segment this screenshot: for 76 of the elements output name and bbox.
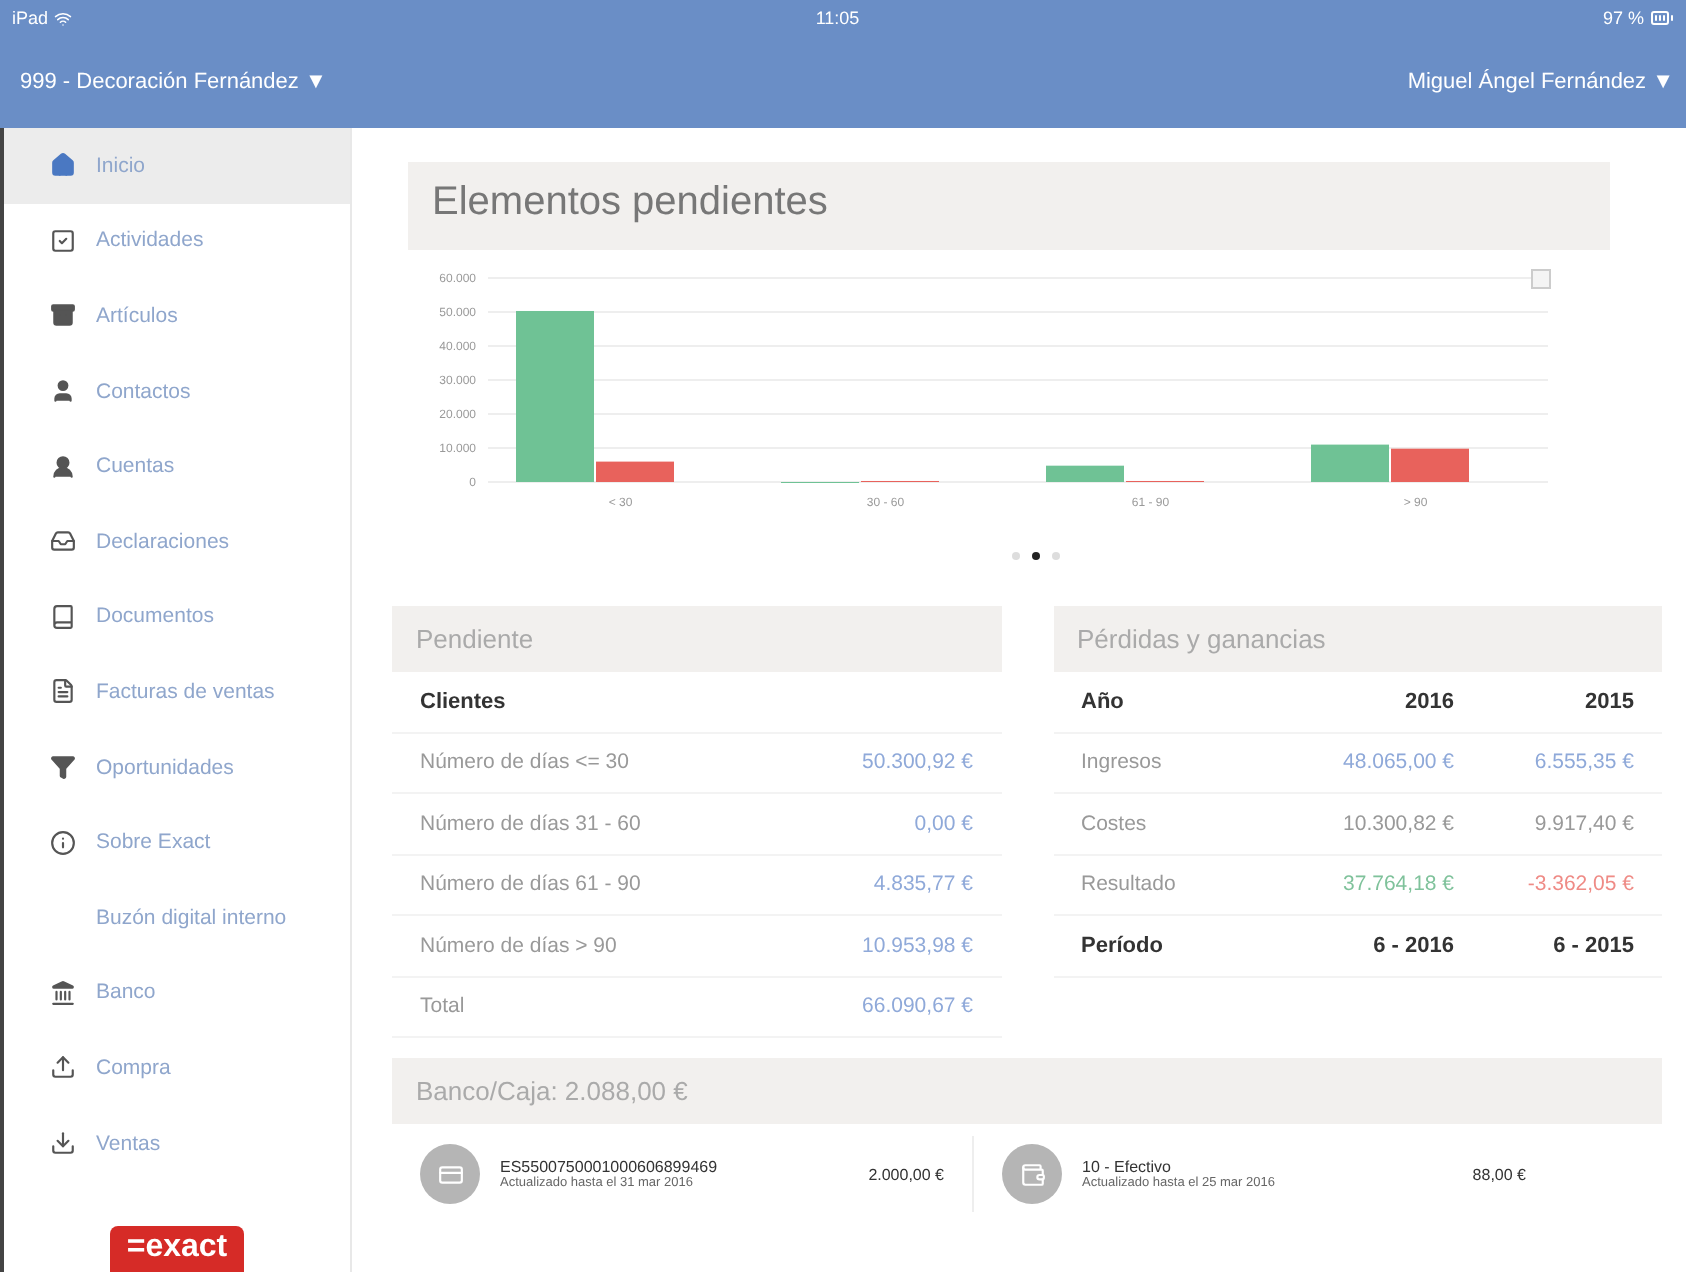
- menu-icon: [49, 152, 75, 179]
- sidebar-item[interactable]: Facturas de ventas: [4, 654, 350, 730]
- device-name: iPad: [12, 8, 49, 28]
- row-label: Resultado: [1081, 872, 1178, 897]
- panel-title: Pérdidas y ganancias: [1053, 606, 1662, 672]
- company-selector[interactable]: 999 - Decoración Fernández ▼: [20, 70, 327, 94]
- row-label: Total: [420, 994, 467, 1019]
- row-label: Costes: [1081, 811, 1149, 836]
- menu-icon: [49, 678, 75, 705]
- sidebar-item[interactable]: Declaraciones: [4, 503, 350, 580]
- page-dot[interactable]: [1011, 552, 1019, 560]
- amount-link[interactable]: 0,00 €: [914, 811, 973, 836]
- row-label: Número de días <= 30: [420, 750, 631, 775]
- sidebar-item[interactable]: Sobre Exact: [4, 804, 350, 880]
- sidebar-item[interactable]: Cuentas: [4, 428, 350, 504]
- menu-icon: [49, 603, 75, 630]
- account-name: 10 - Efectivo: [1082, 1158, 1173, 1176]
- amount-link[interactable]: 4.835,77 €: [873, 872, 973, 897]
- account-balance: 88,00 €: [1472, 1165, 1526, 1183]
- column-header: 6 - 2015: [1551, 933, 1634, 958]
- bar: [1311, 444, 1389, 482]
- panel-title: Banco/Caja: 2.088,00 €: [392, 1058, 1662, 1124]
- wifi-icon: [54, 9, 73, 27]
- card-title: Elementos pendientes: [408, 162, 1610, 250]
- amount-link[interactable]: 6.555,35 €: [1454, 750, 1634, 775]
- sidebar-item[interactable]: Inicio: [4, 128, 350, 204]
- row-label: Número de días 61 - 90: [420, 872, 643, 897]
- wallet-icon: [1002, 1144, 1062, 1204]
- bar: [1391, 448, 1469, 482]
- sidebar-item[interactable]: Banco: [4, 955, 350, 1031]
- menu-icon: [49, 829, 75, 856]
- clock-time: 11:05: [815, 8, 860, 28]
- sidebar-item[interactable]: Oportunidades: [4, 729, 350, 805]
- menu-icon: [49, 302, 75, 329]
- column-header: 6 - 2016: [1371, 933, 1454, 958]
- sidebar-item[interactable]: Actividades: [4, 203, 350, 279]
- sidebar-item[interactable]: Contactos: [4, 353, 350, 429]
- sidebar-item[interactable]: Compra: [4, 1030, 350, 1106]
- amount-cell-text: 10.300,82 €: [1341, 811, 1454, 836]
- amount-cell-text: -3.362,05 €: [1525, 872, 1634, 897]
- amount-link[interactable]: 66.090,67 €: [862, 994, 973, 1019]
- row-label: Número de días 31 - 60: [420, 811, 643, 836]
- amount-link[interactable]: 50.300,92 €: [862, 750, 973, 775]
- row-label: Número de días > 90: [420, 933, 619, 958]
- amount-cell-text: 37.764,18 €: [1341, 872, 1454, 897]
- account-name: ES5500750001000606899469: [500, 1158, 718, 1176]
- logo: =exact: [110, 1226, 244, 1272]
- card-icon: [420, 1144, 480, 1204]
- menu-icon: [49, 754, 75, 781]
- column-header: 2015: [1583, 689, 1634, 714]
- menu-icon: [49, 227, 75, 254]
- sidebar-item[interactable]: Documentos: [4, 579, 350, 655]
- page-dot[interactable]: [1051, 552, 1059, 560]
- battery-level: 97 %: [1602, 8, 1644, 28]
- amount-cell-text: 9.917,40 €: [1532, 811, 1634, 836]
- user-menu[interactable]: Miguel Ángel Fernández ▼: [1407, 70, 1674, 94]
- menu-icon: [49, 1054, 75, 1081]
- account-balance: 2.000,00 €: [868, 1165, 944, 1183]
- section-heading: Clientes: [420, 689, 508, 714]
- column-header: 2016: [1403, 689, 1454, 714]
- menu-icon: [49, 979, 75, 1006]
- column-header: Período: [1081, 933, 1165, 958]
- battery-icon: [1649, 6, 1674, 30]
- row-label: Ingresos: [1081, 750, 1164, 775]
- amount-link[interactable]: 10.953,98 €: [862, 933, 973, 958]
- sidebar-item[interactable]: Ventas: [4, 1105, 350, 1181]
- menu-icon: [49, 1130, 75, 1157]
- sidebar-item[interactable]: Artículos: [4, 278, 350, 354]
- sidebar-item[interactable]: Buzón digital interno: [4, 879, 350, 956]
- menu-icon: [49, 528, 75, 555]
- page-dot[interactable]: [1031, 552, 1039, 560]
- amount-link[interactable]: 48.065,00 €: [1274, 750, 1454, 775]
- column-header: Año: [1081, 689, 1126, 714]
- menu-icon: [49, 378, 75, 405]
- menu-icon: [49, 453, 75, 480]
- panel-title: Pendiente: [392, 606, 1001, 672]
